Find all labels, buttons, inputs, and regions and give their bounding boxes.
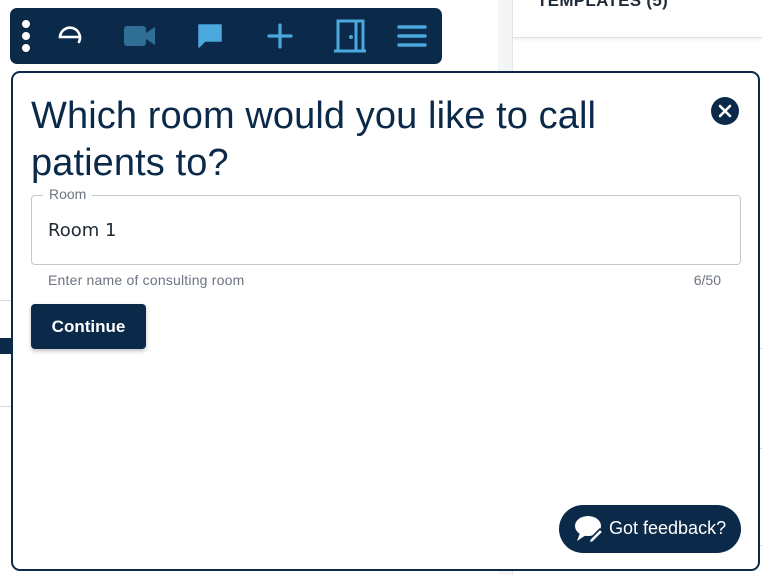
video-call-button[interactable] [116,8,164,64]
templates-card[interactable]: TEMPLATES (5) [513,0,762,38]
feedback-label: Got feedback? [609,518,727,538]
video-camera-icon [124,26,155,46]
character-counter: 6/50 [693,272,721,288]
templates-heading: TEMPLATES (5) [537,0,669,10]
continue-button[interactable]: Continue [31,304,146,349]
hamburger-menu-icon [397,25,427,47]
add-button[interactable] [256,8,304,64]
chat-button[interactable] [186,8,234,64]
feedback-button[interactable]: Got feedback? [559,505,741,553]
app-logo-icon [58,26,82,44]
plus-icon [267,23,293,49]
close-icon [718,104,732,118]
feedback-icon [575,516,604,544]
main-menu-button[interactable] [388,8,436,64]
room-input[interactable] [48,216,718,244]
chat-bubble-icon [198,24,222,48]
more-options-button[interactable] [2,8,50,64]
room-button[interactable] [326,8,374,64]
close-dialog-button[interactable] [711,97,739,125]
app-logo-button[interactable] [46,8,94,64]
dialog-title: Which room would you like to call patien… [31,95,597,184]
kebab-menu-icon [22,20,30,52]
room-select-dialog: Which room would you like to call patien… [11,71,760,571]
room-field-label: Room [43,186,93,202]
app-screen: TEMPLATES (5) Which room would you like … [0,0,762,575]
door-icon [334,19,366,53]
room-helper-text: Enter name of consulting room [48,272,245,288]
room-field: Room [31,186,741,265]
top-toolbar [10,8,442,64]
